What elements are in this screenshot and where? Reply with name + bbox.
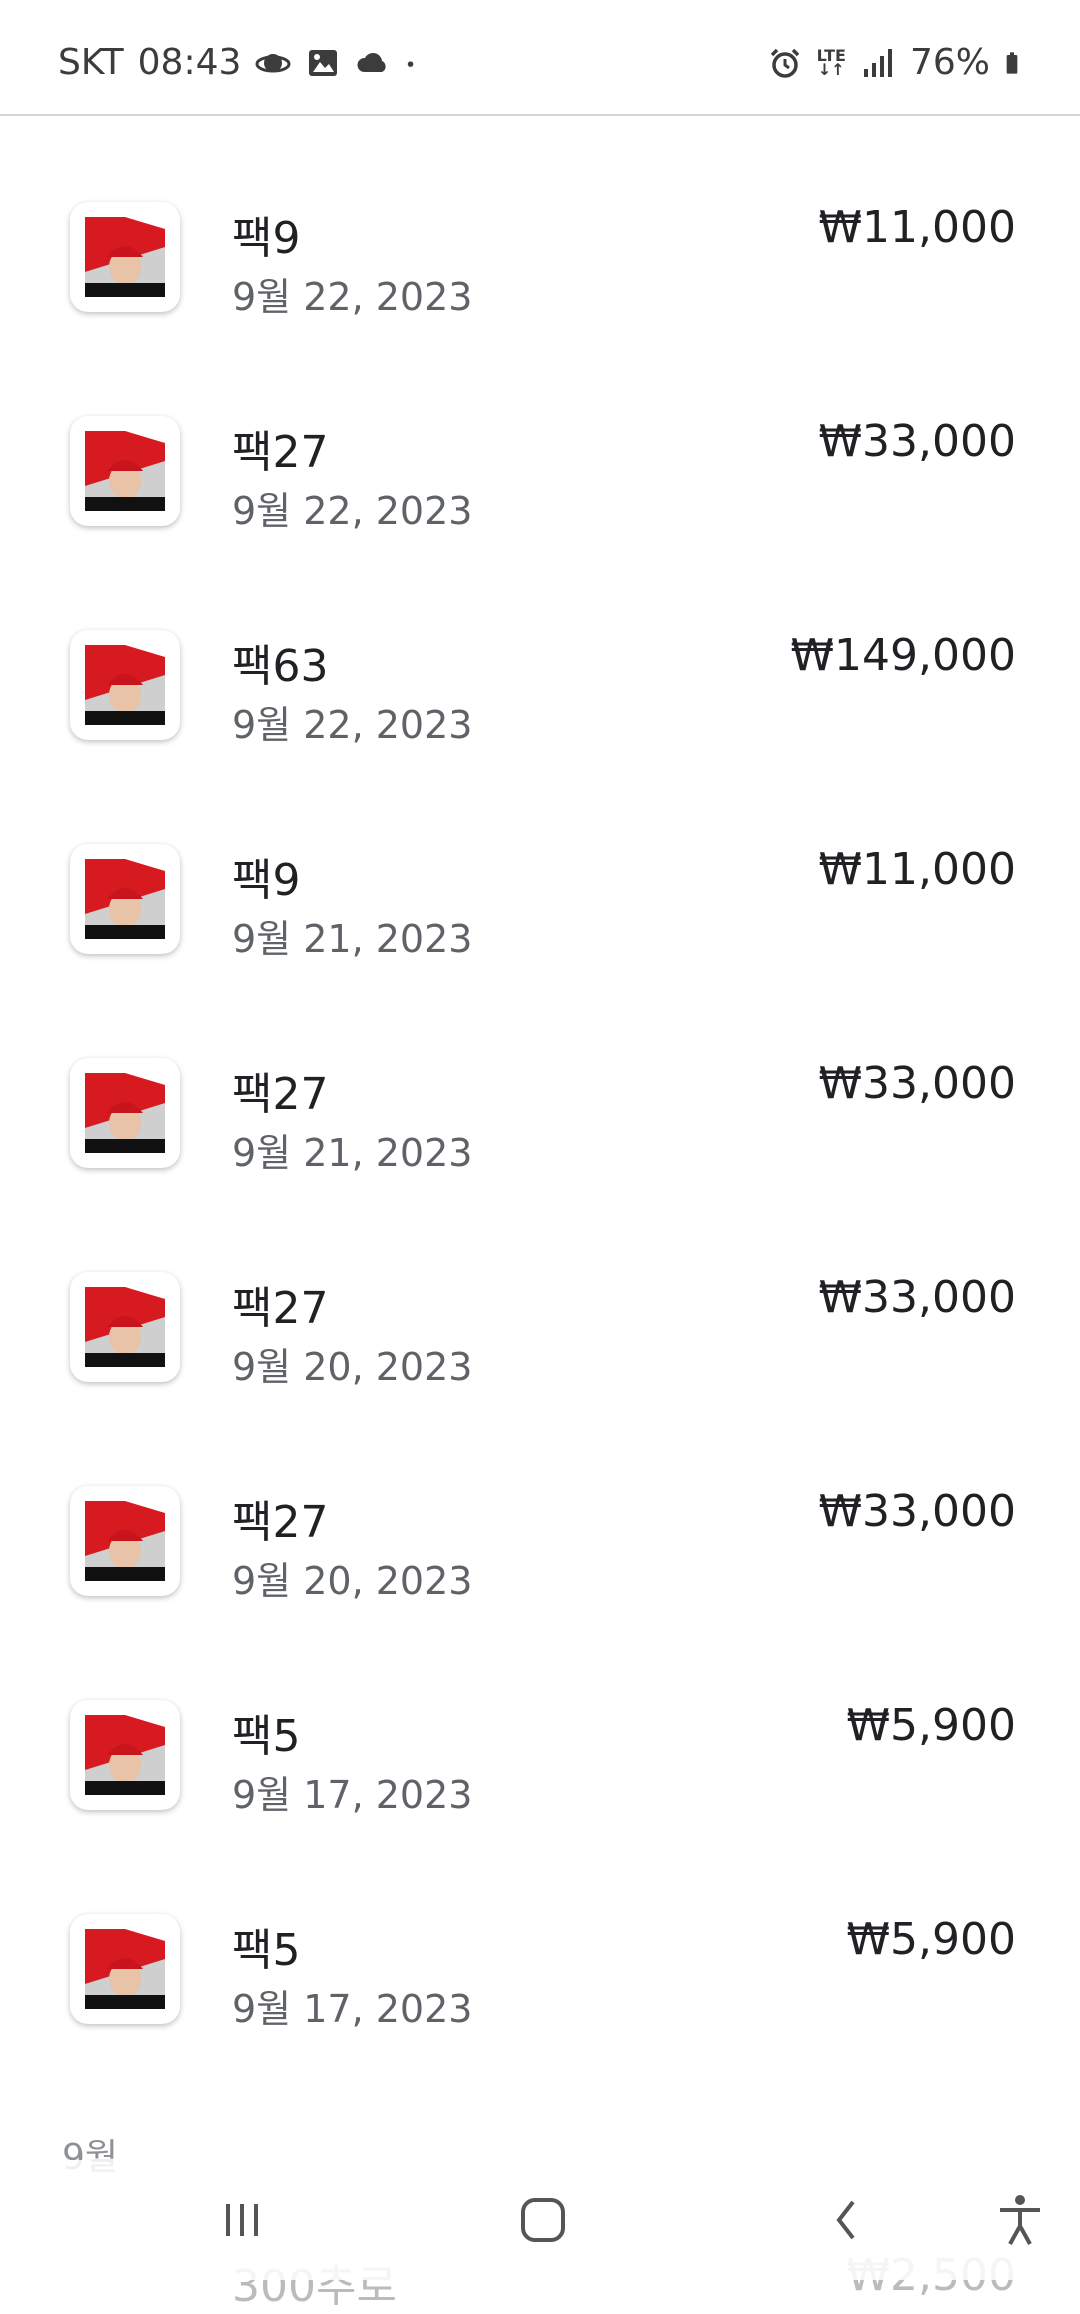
app-icon-frame <box>70 630 180 740</box>
signal-icon <box>863 48 892 77</box>
purchase-row[interactable]: 팩27 9월 21, 2023 ₩33,000 <box>0 972 1080 1186</box>
status-bar: SKT 08:43 LTE ↓↑ 76% <box>0 0 1080 116</box>
accessibility-icon[interactable] <box>990 2190 1050 2250</box>
purchase-row[interactable]: 팩63 9월 22, 2023 ₩149,000 <box>0 544 1080 758</box>
clock: 08:43 <box>137 42 242 83</box>
purchase-date: 9월 22, 2023 <box>232 703 473 747</box>
game-app-icon <box>85 1715 165 1795</box>
dot-icon <box>408 60 414 67</box>
home-icon[interactable] <box>513 2190 573 2250</box>
app-icon-frame <box>70 1058 180 1168</box>
app-icon-frame <box>70 1700 180 1810</box>
item-name: 팩5 <box>232 1925 301 1976</box>
purchase-date: 9월 20, 2023 <box>232 1345 473 1389</box>
item-price: ₩11,000 <box>818 202 1016 253</box>
purchase-history-list: 팩9 9월 22, 2023 ₩11,000 팩27 9월 22, 2023 ₩… <box>0 116 1080 2042</box>
item-price: ₩5,900 <box>846 1700 1016 1751</box>
item-price: ₩5,900 <box>846 1914 1016 1965</box>
game-app-icon <box>85 1073 165 1153</box>
image-icon <box>309 49 338 76</box>
item-price: ₩33,000 <box>818 1486 1016 1537</box>
purchase-row[interactable]: 팩27 9월 20, 2023 ₩33,000 <box>0 1186 1080 1400</box>
app-icon-frame <box>70 1486 180 1596</box>
battery-percent: 76% <box>909 42 990 83</box>
app-icon-frame <box>70 202 180 312</box>
game-app-icon <box>85 1501 165 1581</box>
purchase-date: 9월 21, 2023 <box>232 1131 473 1175</box>
purchase-date: 9월 22, 2023 <box>232 489 473 533</box>
network-label: LTE <box>816 45 846 65</box>
saturn-icon <box>255 53 291 72</box>
purchase-row[interactable]: 팩5 9월 17, 2023 ₩5,900 <box>0 1828 1080 2042</box>
cloud-icon <box>357 52 387 72</box>
purchase-date: 9월 21, 2023 <box>232 917 473 961</box>
purchase-row[interactable]: 팩9 9월 22, 2023 ₩11,000 <box>0 116 1080 330</box>
item-name: 팩5 <box>232 1711 301 1762</box>
item-name: 팩27 <box>232 427 329 478</box>
item-price: ₩149,000 <box>790 630 1016 681</box>
purchase-row[interactable]: 팩9 9월 21, 2023 ₩11,000 <box>0 758 1080 972</box>
item-price: ₩33,000 <box>818 416 1016 467</box>
alarm-icon <box>770 48 799 78</box>
game-app-icon <box>85 1287 165 1367</box>
carrier-label: SKT <box>58 42 124 83</box>
app-icon-frame <box>70 844 180 954</box>
item-name: 팩27 <box>232 1283 329 1334</box>
status-right: LTE ↓↑ 76% <box>767 42 1028 83</box>
game-app-icon <box>85 431 165 511</box>
recent-apps-icon[interactable] <box>212 2190 272 2250</box>
lte-data-icon: LTE ↓↑ <box>816 45 846 79</box>
item-price: ₩33,000 <box>818 1272 1016 1323</box>
game-app-icon <box>85 645 165 725</box>
back-icon[interactable] <box>817 2190 877 2250</box>
item-name: 팩63 <box>232 641 329 692</box>
purchase-date: 9월 17, 2023 <box>232 1987 473 2031</box>
purchase-date: 9월 22, 2023 <box>232 275 473 319</box>
game-app-icon <box>85 859 165 939</box>
purchase-row[interactable]: 팩5 9월 17, 2023 ₩5,900 <box>0 1614 1080 1828</box>
status-left: SKT 08:43 <box>58 42 425 83</box>
item-price: ₩11,000 <box>818 844 1016 895</box>
navigation-bar <box>0 2160 1080 2280</box>
item-name: 팩27 <box>232 1069 329 1120</box>
item-price: ₩33,000 <box>818 1058 1016 1109</box>
app-icon-frame <box>70 1914 180 2024</box>
battery-icon <box>1006 51 1018 74</box>
app-icon-frame <box>70 416 180 526</box>
item-name: 팩27 <box>232 1497 329 1548</box>
purchase-date: 9월 20, 2023 <box>232 1559 473 1603</box>
item-name: 팩9 <box>232 855 301 906</box>
item-name: 팩9 <box>232 213 301 264</box>
purchase-row[interactable]: 팩27 9월 22, 2023 ₩33,000 <box>0 330 1080 544</box>
purchase-row[interactable]: 팩27 9월 20, 2023 ₩33,000 <box>0 1400 1080 1614</box>
app-icon-frame <box>70 1272 180 1382</box>
game-app-icon <box>85 217 165 297</box>
purchase-date: 9월 17, 2023 <box>232 1773 473 1817</box>
game-app-icon <box>85 1929 165 2009</box>
